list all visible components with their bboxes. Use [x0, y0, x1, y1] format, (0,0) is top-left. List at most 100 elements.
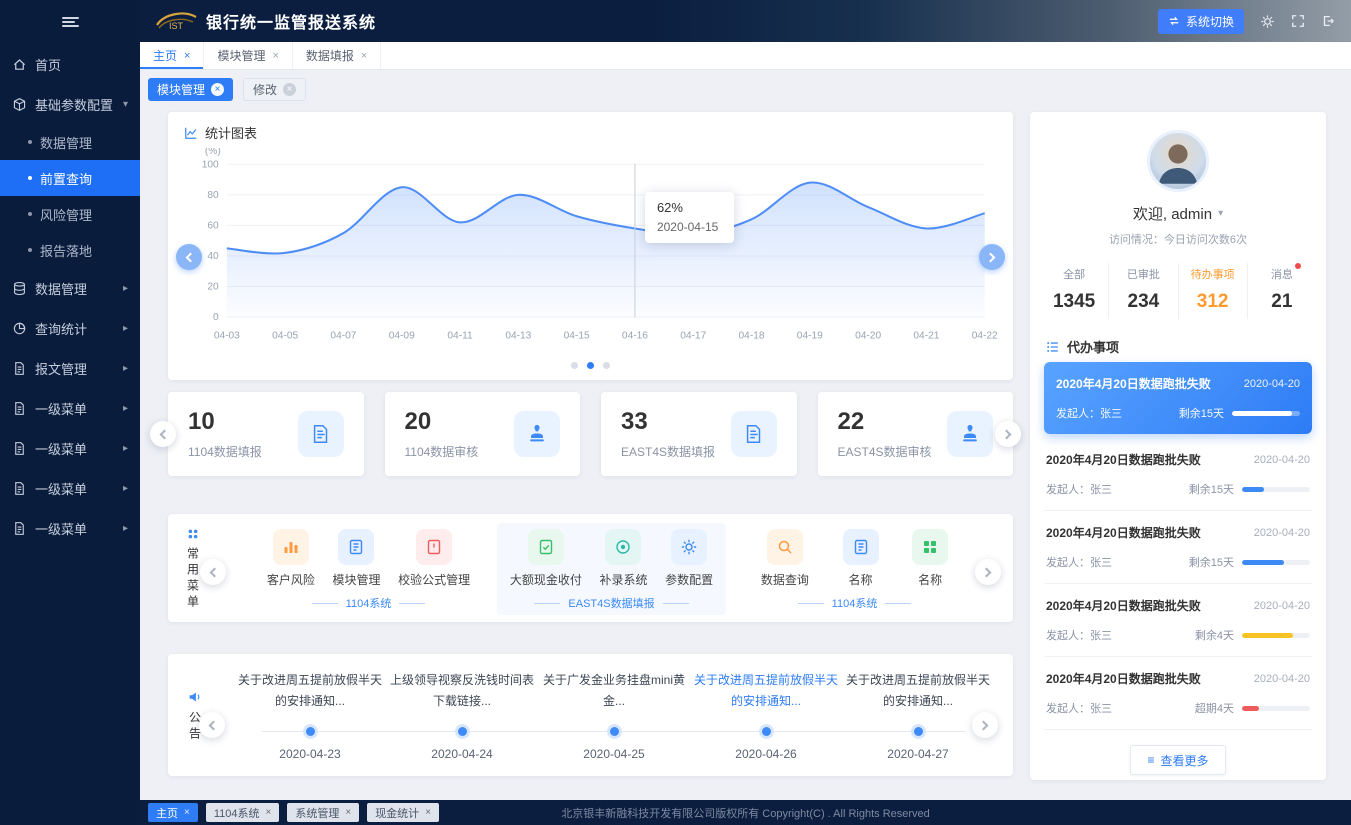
sidebar-subitem-front-query-active[interactable]: 前置查询	[0, 160, 140, 196]
chip-module-management[interactable]: 模块管理 ×	[148, 78, 233, 101]
sidebar-item-message-management[interactable]: 报文管理 ▸	[0, 348, 140, 388]
tab-home[interactable]: 主页 ×	[140, 42, 204, 69]
open-tabs-bar: 主页 × 模块管理 × 数据填报 ×	[140, 42, 1351, 70]
bottom-tab-1104-system[interactable]: 1104系统 ×	[206, 803, 280, 822]
quick-menu-item-name-2[interactable]: 名称	[912, 529, 948, 588]
quick-menu-item-module-management[interactable]: 模块管理	[332, 529, 380, 588]
stats-prev-button[interactable]	[150, 421, 176, 447]
announcement-item[interactable]: 关于改进周五提前放假半天的安排通知... 2020-04-23	[234, 670, 386, 766]
announcement-text: 关于广发金业务挂盘mini黄金...	[538, 670, 690, 714]
user-stat-approved[interactable]: 已审批 234	[1109, 263, 1178, 319]
close-icon[interactable]: ×	[345, 807, 351, 818]
todo-item[interactable]: 2020年4月20日数据跑批失败 2020-04-20 发起人：张三 超期4天	[1044, 657, 1312, 730]
close-icon[interactable]: ×	[184, 807, 190, 818]
quick-menu-prev-button[interactable]	[200, 559, 226, 585]
logout-icon[interactable]	[1321, 14, 1335, 28]
database-icon	[12, 281, 27, 296]
sidebar-subitem-risk-management[interactable]: 风险管理	[0, 196, 140, 232]
pagination-dot[interactable]	[603, 362, 610, 369]
todo-title: 2020年4月20日数据跑批失败	[1046, 670, 1201, 687]
app-logo: IST	[154, 8, 198, 34]
chart-card-header: 统计图表	[168, 112, 1013, 148]
sidebar-item-level1-menu-1[interactable]: 一级菜单 ▸	[0, 388, 140, 428]
chart-next-button[interactable]	[979, 244, 1005, 270]
doc-edit-icon	[298, 411, 344, 457]
avatar[interactable]	[1147, 130, 1209, 192]
close-icon[interactable]: ×	[272, 50, 278, 62]
stamp-icon	[947, 411, 993, 457]
quick-menu-item-data-query[interactable]: 数据查询	[761, 529, 809, 588]
announcement-item[interactable]: 上级领导视察反洗钱时间表下载链接... 2020-04-24	[386, 670, 538, 766]
quick-menu-item-label: 校验公式管理	[398, 571, 470, 588]
chevron-right-icon	[982, 567, 992, 577]
chart-prev-button[interactable]	[176, 244, 202, 270]
quick-menu-item-large-cash[interactable]: 大额现金收付	[510, 529, 582, 588]
user-stat-all[interactable]: 全部 1345	[1040, 263, 1109, 319]
todo-item[interactable]: 2020年4月20日数据跑批失败 2020-04-20 发起人：张三 剩余4天	[1044, 584, 1312, 657]
sidebar-item-level1-menu-3[interactable]: 一级菜单 ▸	[0, 468, 140, 508]
todo-initiator: 发起人：张三	[1056, 405, 1179, 421]
sidebar-item-data-management[interactable]: 数据管理 ▸	[0, 268, 140, 308]
svg-text:04-15: 04-15	[564, 330, 590, 341]
sidebar: 首页 基础参数配置 ▾ 数据管理 前置查询 风险管理 报告落地	[0, 0, 140, 825]
tab-module-management[interactable]: 模块管理 ×	[204, 42, 292, 69]
quick-menu-item-customer-risk[interactable]: 客户风险	[267, 529, 315, 588]
sidebar-subitem-data-management[interactable]: 数据管理	[0, 124, 140, 160]
quick-menu-next-button[interactable]	[975, 559, 1001, 585]
sidebar-item-level1-menu-4[interactable]: 一级菜单 ▸	[0, 508, 140, 548]
svg-text:04-03: 04-03	[214, 330, 240, 341]
doc-edit-icon	[338, 529, 374, 565]
view-more-button[interactable]: ≡ 查看更多	[1130, 745, 1225, 775]
user-stat-todo[interactable]: 待办事项 312	[1179, 263, 1248, 319]
close-icon[interactable]: ×	[425, 807, 431, 818]
chevron-right-icon	[1002, 429, 1012, 439]
announcements-prev-button[interactable]	[199, 712, 225, 738]
quick-menu-item-parameter-config[interactable]: 参数配置	[665, 529, 713, 588]
quick-menu-item-name-1[interactable]: 名称	[843, 529, 879, 588]
quick-menu-item-formula-validation[interactable]: 校验公式管理	[398, 529, 470, 588]
quick-menu-item-label: 名称	[918, 571, 942, 588]
close-icon[interactable]: ×	[361, 50, 367, 62]
user-stat-messages[interactable]: 消息 21	[1248, 263, 1316, 319]
bottom-tab-cash-statistics[interactable]: 现金统计 ×	[367, 803, 439, 822]
sidebar-item-query-statistics[interactable]: 查询统计 ▸	[0, 308, 140, 348]
dash-line	[399, 603, 425, 604]
chip-modify[interactable]: 修改 ×	[243, 78, 306, 101]
todo-item[interactable]: 2020年4月20日数据跑批失败 2020-04-20 发起人：张三 剩余15天	[1044, 438, 1312, 511]
announcement-item[interactable]: 关于改进周五提前放假半天的安排通知... 2020-04-27	[842, 670, 994, 766]
fullscreen-icon[interactable]	[1291, 14, 1305, 28]
user-stat-label: 消息	[1271, 266, 1293, 282]
announcements-next-button[interactable]	[972, 712, 998, 738]
stat-card-1104-entry[interactable]: 10 1104数据填报	[168, 392, 364, 476]
pagination-dot[interactable]	[571, 362, 578, 369]
todo-item-active[interactable]: 2020年4月20日数据跑批失败 2020-04-20 发起人：张三 剩余15天	[1044, 362, 1312, 434]
quick-menu-item-supplement-system[interactable]: 补录系统	[599, 529, 647, 588]
pagination-dot-active[interactable]	[587, 362, 594, 369]
sidebar-item-home[interactable]: 首页	[0, 44, 140, 84]
view-more-label: 查看更多	[1161, 752, 1209, 769]
announcement-item[interactable]: 关于广发金业务挂盘mini黄金... 2020-04-25	[538, 670, 690, 766]
bottom-tab-system-management[interactable]: 系统管理 ×	[287, 803, 359, 822]
bottom-tab-home[interactable]: 主页 ×	[148, 803, 198, 822]
svg-text:04-09: 04-09	[389, 330, 415, 341]
sidebar-item-level1-menu-2[interactable]: 一级菜单 ▸	[0, 428, 140, 468]
stat-card-east4s-review[interactable]: 22 EAST4S数据审核	[818, 392, 1014, 476]
settings-gear-icon[interactable]	[1260, 14, 1275, 29]
close-icon[interactable]: ×	[266, 807, 272, 818]
stat-label: EAST4S数据审核	[838, 443, 932, 460]
chevron-down-icon[interactable]: ▾	[1218, 208, 1223, 219]
close-icon[interactable]: ×	[211, 83, 224, 96]
sidebar-collapse-button[interactable]	[0, 0, 140, 44]
stat-card-east4s-entry[interactable]: 33 EAST4S数据填报	[601, 392, 797, 476]
close-icon[interactable]: ×	[184, 50, 190, 62]
stats-next-button[interactable]	[995, 421, 1021, 447]
sidebar-item-base-config[interactable]: 基础参数配置 ▾	[0, 84, 140, 124]
todo-item[interactable]: 2020年4月20日数据跑批失败 2020-04-20 发起人：张三 剩余15天	[1044, 511, 1312, 584]
sidebar-subitem-report-landing[interactable]: 报告落地	[0, 232, 140, 268]
close-icon[interactable]: ×	[283, 83, 296, 96]
stat-card-1104-review[interactable]: 20 1104数据审核	[385, 392, 581, 476]
tab-data-entry[interactable]: 数据填报 ×	[293, 42, 381, 69]
quick-menu-item-label: 客户风险	[267, 571, 315, 588]
announcement-item-highlighted[interactable]: 关于改进周五提前放假半天的安排通知... 2020-04-26	[690, 670, 842, 766]
system-switch-button[interactable]: 系统切换	[1158, 9, 1244, 34]
